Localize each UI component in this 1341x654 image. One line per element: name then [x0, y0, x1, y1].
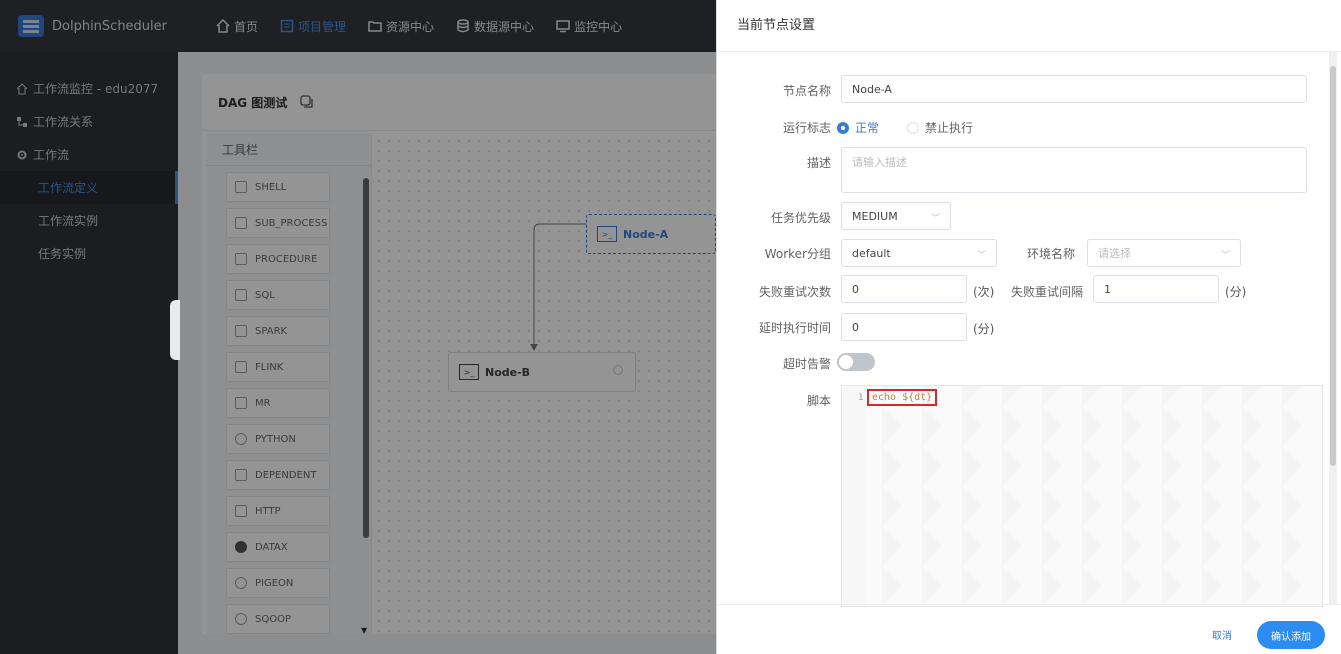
- worker-select[interactable]: default ﹀: [841, 239, 997, 267]
- env-label: 环境名称: [1026, 247, 1075, 261]
- priority-select[interactable]: MEDIUM ﹀: [841, 202, 951, 230]
- run-flag-normal-radio[interactable]: 正常: [837, 119, 879, 136]
- script-editor[interactable]: 1 echo ${dt}: [841, 385, 1323, 607]
- priority-label: 任务优先级: [770, 211, 831, 225]
- cancel-button[interactable]: 取消: [1212, 627, 1232, 642]
- node-settings-drawer: 当前节点设置 节点名称 Node-A 运行标志 正常 禁止执行 描述 请输入描述…: [716, 0, 1341, 654]
- radio-label: 禁止执行: [925, 121, 974, 135]
- desc-placeholder: 请输入描述: [852, 156, 907, 169]
- radio-dot: [907, 121, 919, 134]
- script-label: 脚本: [806, 394, 831, 408]
- editor-gutter: [842, 386, 866, 606]
- desc-textarea[interactable]: 请输入描述: [841, 147, 1307, 193]
- modal-overlay[interactable]: [0, 0, 716, 654]
- retry-times-input[interactable]: 0: [841, 275, 967, 303]
- retry-interval-input[interactable]: 1: [1093, 275, 1219, 303]
- line-number: 1: [858, 393, 864, 403]
- timeout-toggle[interactable]: [837, 353, 875, 371]
- delay-label: 延时执行时间: [758, 321, 831, 335]
- retry-interval-value: 1: [1104, 282, 1111, 296]
- radio-label: 正常: [855, 121, 880, 135]
- run-flag-label: 运行标志: [782, 121, 831, 135]
- timeout-label: 超时告警: [782, 357, 831, 371]
- radio-dot: [837, 121, 849, 134]
- delay-input[interactable]: 0: [841, 313, 967, 341]
- drawer-form: 节点名称 Node-A 运行标志 正常 禁止执行 描述 请输入描述 任务优先级 …: [717, 52, 1341, 607]
- run-flag-forbid-radio[interactable]: 禁止执行: [907, 119, 973, 136]
- delay-value: 0: [852, 320, 859, 334]
- script-code[interactable]: echo ${dt}: [867, 389, 938, 406]
- retry-interval-label: 失败重试间隔: [1010, 285, 1083, 299]
- drawer-scrollbar[interactable]: [1329, 52, 1337, 604]
- retry-times-label: 失败重试次数: [758, 285, 831, 299]
- env-placeholder: 请选择: [1098, 247, 1131, 260]
- delay-unit: (分): [973, 322, 995, 336]
- drawer-footer: 取消 确认添加: [717, 604, 1341, 654]
- env-select[interactable]: 请选择 ﹀: [1087, 239, 1241, 267]
- node-name-label: 节点名称: [782, 84, 831, 98]
- retry-interval-unit: (分): [1225, 285, 1247, 299]
- node-name-value: Node-A: [852, 82, 892, 96]
- worker-label: Worker分组: [764, 247, 831, 261]
- confirm-add-button[interactable]: 确认添加: [1257, 621, 1325, 649]
- worker-value: default: [852, 246, 891, 260]
- desc-label: 描述: [806, 156, 831, 170]
- chevron-down-icon: ﹀: [1220, 251, 1230, 261]
- chevron-down-icon: ﹀: [930, 214, 940, 224]
- scrollbar-thumb[interactable]: [1330, 66, 1336, 466]
- drawer-title: 当前节点设置: [717, 0, 1341, 52]
- retry-times-value: 0: [852, 282, 859, 296]
- node-name-input[interactable]: Node-A: [841, 75, 1307, 103]
- priority-value: MEDIUM: [852, 209, 898, 223]
- drawer-collapse-handle[interactable]: [170, 300, 180, 360]
